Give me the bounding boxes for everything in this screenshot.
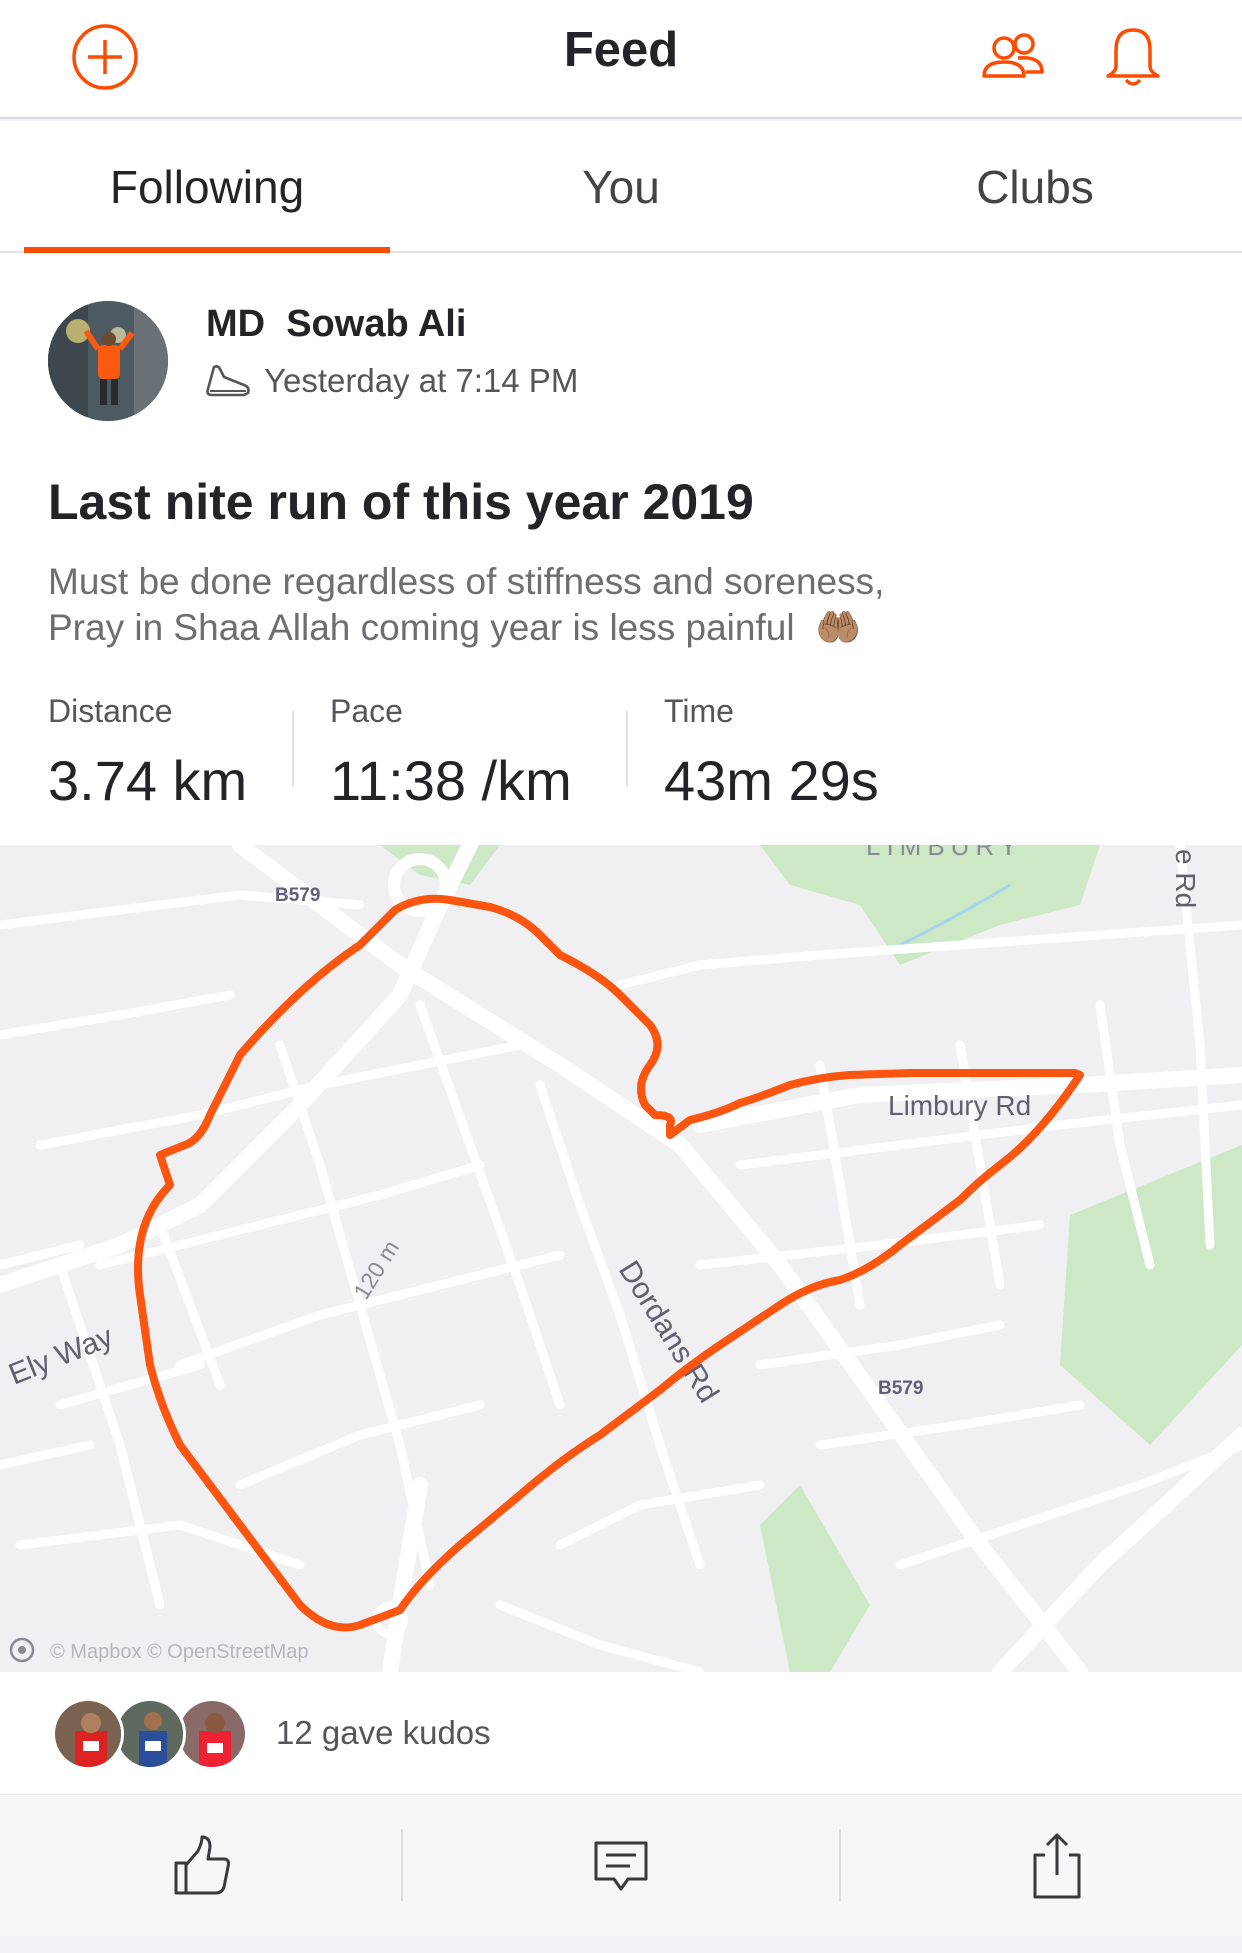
stat-value: 43m 29s xyxy=(664,749,879,812)
stat-distance: Distance 3.74 km xyxy=(48,693,247,813)
share-button[interactable] xyxy=(857,1795,1242,1937)
kudos-count[interactable]: 12 gave kudos xyxy=(276,1714,491,1752)
share-icon xyxy=(1033,1833,1081,1899)
stat-value: 3.74 km xyxy=(48,749,248,812)
thumbs-up-icon xyxy=(174,1835,230,1895)
praying-hands-emoji: 🤲🏽 xyxy=(815,607,862,648)
description-line-2-text: Pray in Shaa Allah coming year is less p… xyxy=(48,607,795,648)
top-bar: Feed xyxy=(0,0,1242,119)
road-label-side-rd: e Rd xyxy=(1170,849,1201,908)
kudos-avatar xyxy=(176,1698,248,1770)
activity-title[interactable]: Last nite run of this year 2019 xyxy=(48,473,754,531)
stat-label: Time xyxy=(664,693,734,729)
bell-icon xyxy=(1106,28,1160,86)
comment-button[interactable] xyxy=(421,1795,821,1937)
friends-button[interactable] xyxy=(978,22,1048,92)
action-divider xyxy=(401,1829,403,1901)
comment-icon xyxy=(594,1841,648,1891)
map-canvas: B579 B579 Ely Way Dordans Rd Limbury Rd … xyxy=(0,845,1242,1672)
description-line-1: Must be done regardless of stiffness and… xyxy=(48,561,885,602)
athlete-name[interactable]: MD Sowab Ali xyxy=(206,303,466,346)
athlete-avatar[interactable] xyxy=(48,301,168,421)
action-divider xyxy=(839,1829,841,1901)
stat-pace: Pace 11:38 /km xyxy=(330,693,572,813)
notifications-button[interactable] xyxy=(1098,22,1168,92)
stat-time: Time 43m 29s xyxy=(664,693,879,813)
give-kudos-button[interactable] xyxy=(0,1795,401,1937)
area-label-limbury: LIMBURY xyxy=(866,845,1023,861)
shoe-icon xyxy=(206,365,250,397)
tab-following[interactable]: Following xyxy=(0,121,414,253)
route-map[interactable]: B579 B579 Ely Way Dordans Rd Limbury Rd … xyxy=(0,845,1242,1672)
kudos-avatar xyxy=(52,1698,124,1770)
activity-card[interactable]: MD Sowab Ali Yesterday at 7:14 PM Last n… xyxy=(0,253,1242,845)
stat-divider xyxy=(292,711,294,787)
stat-value: 11:38 /km xyxy=(330,749,572,812)
activity-description: Must be done regardless of stiffness and… xyxy=(48,559,1148,651)
road-label-b579: B579 xyxy=(878,1378,923,1399)
kudos-avatar xyxy=(114,1698,186,1770)
stat-label: Pace xyxy=(330,693,403,729)
activity-meta: Yesterday at 7:14 PM xyxy=(204,361,578,401)
activity-actions xyxy=(0,1794,1242,1936)
map-attribution[interactable]: © Mapbox © OpenStreetMap xyxy=(50,1641,309,1663)
tab-you[interactable]: You xyxy=(414,121,828,253)
stat-divider xyxy=(626,711,628,787)
tab-clubs[interactable]: Clubs xyxy=(828,121,1242,253)
activity-timestamp: Yesterday at 7:14 PM xyxy=(264,362,579,399)
mapbox-logo-dot xyxy=(18,1646,26,1654)
kudos-row[interactable]: 12 gave kudos xyxy=(0,1672,1242,1794)
feed-tabs: Following You Clubs xyxy=(0,121,1242,253)
road-label-limbury-rd: Limbury Rd xyxy=(888,1090,1031,1121)
description-line-2: Pray in Shaa Allah coming year is less p… xyxy=(48,605,1148,651)
people-icon xyxy=(982,33,1044,78)
stat-label: Distance xyxy=(48,693,173,729)
road-label-b579: B579 xyxy=(275,885,320,906)
page-title: Feed xyxy=(563,23,679,77)
